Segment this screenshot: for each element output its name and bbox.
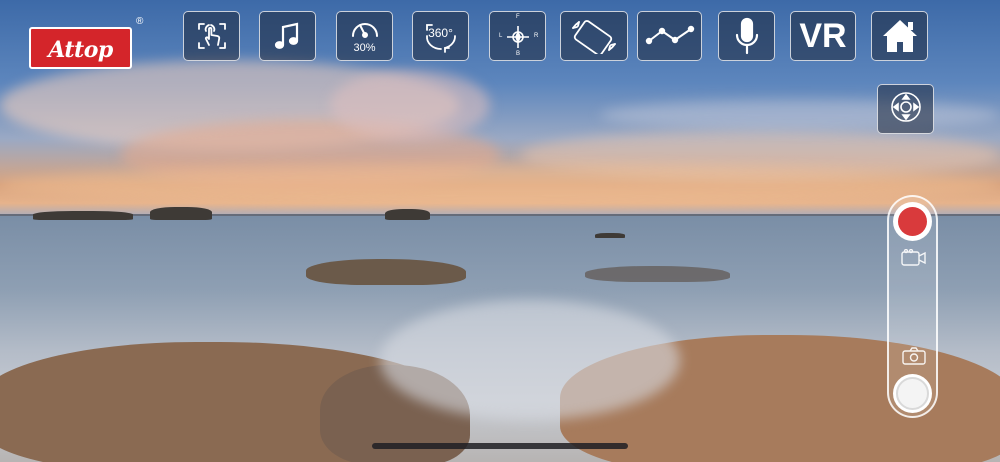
trajectory-path-icon [644,22,696,50]
registered-mark: ® [136,16,144,27]
dpad-control-icon [889,90,923,129]
rotate-360-button[interactable]: 360° [412,11,469,61]
camera-feed-background [0,0,1000,462]
photo-camera-icon [902,347,926,370]
compass-button[interactable]: F L R B [489,11,546,61]
home-icon [881,18,919,54]
capture-photo-inner [896,377,929,410]
compass-south-label: B [516,51,521,57]
microphone-icon [732,16,762,56]
compass-east-label: R [534,33,539,39]
speed-button[interactable]: 30% [336,11,393,61]
compass-calibrate-icon [504,23,532,51]
speed-gauge-icon [349,16,381,42]
home-indicator[interactable] [372,443,628,449]
record-dot [898,207,927,236]
voice-button[interactable] [718,11,775,61]
direction-control-button[interactable] [877,84,934,134]
gravity-button[interactable] [560,11,628,61]
rotate-360-label: 360° [428,26,453,40]
gesture-button[interactable] [183,11,240,61]
compass-west-label: L [499,33,503,39]
record-button[interactable] [893,202,932,241]
brand-logo: Attop [29,27,132,69]
trajectory-button[interactable] [637,11,702,61]
vr-button[interactable]: VR [790,11,856,61]
music-note-icon [272,20,304,52]
music-button[interactable] [259,11,316,61]
gravity-tilt-icon [569,18,619,54]
home-button[interactable] [871,11,928,61]
compass-north-label: F [516,14,520,20]
vr-icon: VR [799,16,847,55]
capture-photo-button[interactable] [893,374,932,413]
capture-panel [887,195,938,418]
speed-percent-label: 30% [353,42,376,54]
gesture-hand-icon [195,19,229,53]
video-camera-icon [901,248,927,272]
